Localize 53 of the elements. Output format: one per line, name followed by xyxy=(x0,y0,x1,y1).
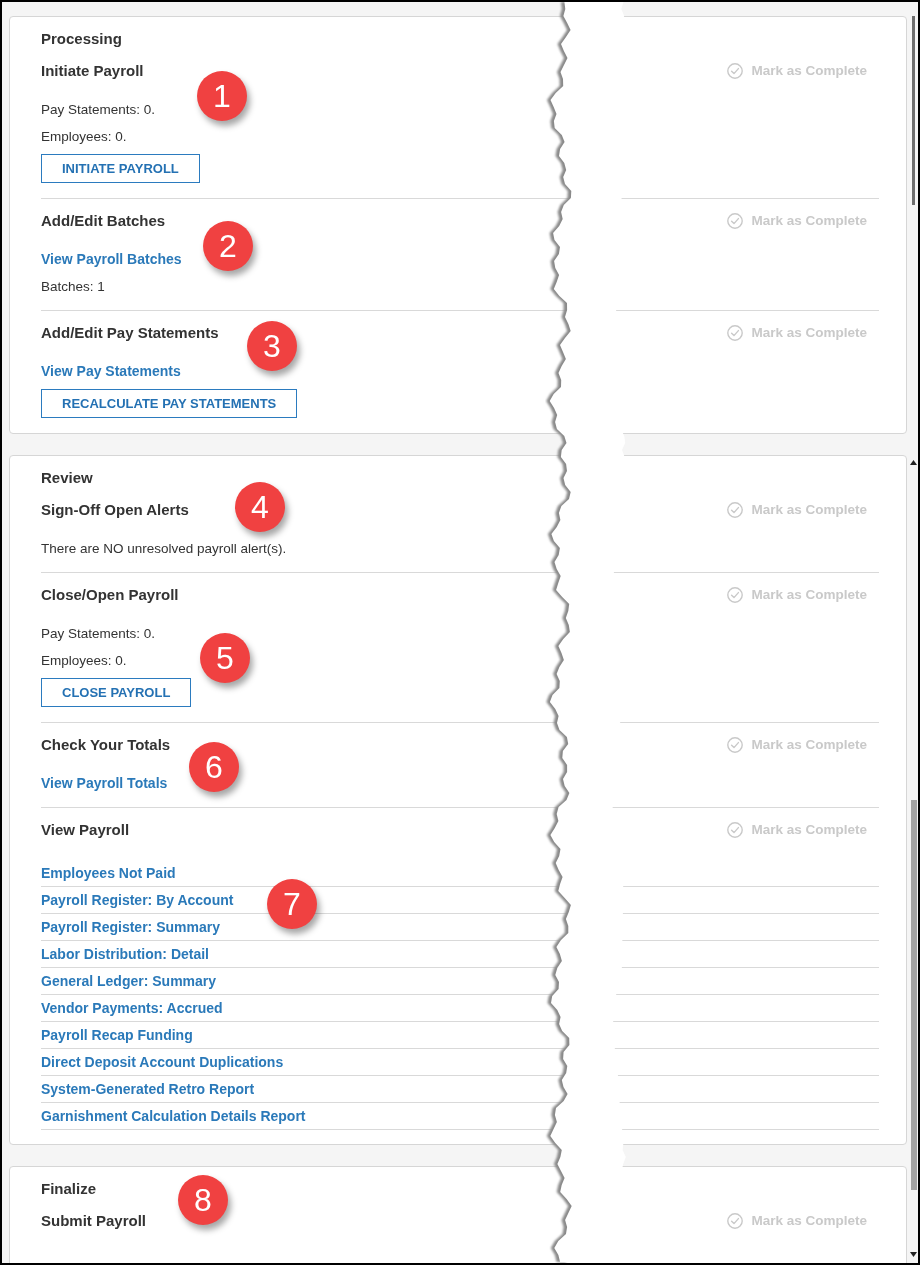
scroll-up-icon[interactable] xyxy=(910,460,917,465)
check-circle-icon xyxy=(727,822,744,838)
action-button[interactable]: INITIATE PAYROLL xyxy=(41,154,200,183)
scrollbar-thumb[interactable] xyxy=(912,16,915,205)
report-link[interactable]: Garnishment Calculation Details Report xyxy=(41,1106,306,1126)
task-link[interactable]: View Pay Statements xyxy=(41,358,181,385)
report-link[interactable]: General Ledger: Summary xyxy=(41,971,217,991)
scroll-down-icon[interactable] xyxy=(910,1252,917,1257)
check-circle-icon xyxy=(727,1213,744,1229)
task-title: Submit Payroll xyxy=(41,1211,147,1231)
section-title: Review xyxy=(41,468,93,488)
report-link[interactable]: System-Generated Retro Report xyxy=(41,1079,255,1099)
check-circle-icon xyxy=(727,63,744,79)
step-number-badge: 7 xyxy=(267,879,317,929)
section-title: Processing xyxy=(41,29,122,49)
task-title: Initiate Payroll xyxy=(41,61,144,81)
report-link[interactable]: Employees Not Paid xyxy=(41,863,176,883)
step-number-badge: 8 xyxy=(178,1175,228,1225)
status-text: Employees: 0. xyxy=(41,652,127,670)
step-number-badge: 3 xyxy=(247,321,297,371)
report-link[interactable]: Payroll Register: Summary xyxy=(41,917,220,937)
status-text: Pay Statements: 0. xyxy=(41,625,156,643)
check-circle-icon xyxy=(727,213,744,229)
check-circle-icon xyxy=(727,587,744,603)
report-link[interactable]: Payroll Recap Funding xyxy=(41,1025,193,1045)
action-button[interactable]: CLOSE PAYROLL xyxy=(41,678,192,707)
status-text: Employees: 0. xyxy=(41,128,127,146)
task-link[interactable]: View Payroll Batches xyxy=(41,246,182,273)
task-title: Check Your Totals xyxy=(41,735,171,755)
report-link[interactable]: Payroll Register: By Account xyxy=(41,890,234,910)
check-circle-icon xyxy=(727,737,744,753)
task-title: Close/Open Payroll xyxy=(41,585,179,605)
step-number-badge: 2 xyxy=(203,221,253,271)
report-link[interactable]: Vendor Payments: Accrued xyxy=(41,998,223,1018)
task-link[interactable]: View Payroll Totals xyxy=(41,770,168,797)
task-title: Sign-Off Open Alerts xyxy=(41,500,189,520)
task-title: View Payroll xyxy=(41,820,130,840)
status-text: There are NO unresolved payroll alert(s). xyxy=(41,540,287,558)
check-circle-icon xyxy=(727,502,744,518)
scrollbar-thumb[interactable] xyxy=(910,800,917,1190)
step-number-badge: 1 xyxy=(197,71,247,121)
status-text: Pay Statements: 0. xyxy=(41,101,156,119)
step-number-badge: 4 xyxy=(235,482,285,532)
report-link[interactable]: Direct Deposit Account Duplications xyxy=(41,1052,284,1072)
step-number-badge: 5 xyxy=(200,633,250,683)
task-title: Add/Edit Batches xyxy=(41,211,166,231)
step-number-badge: 6 xyxy=(189,742,239,792)
action-button[interactable]: RECALCULATE PAY STATEMENTS xyxy=(41,389,298,418)
status-text: Batches: 1 xyxy=(41,278,105,296)
check-circle-icon xyxy=(727,325,744,341)
section-title: Finalize xyxy=(41,1179,96,1199)
report-link[interactable]: Labor Distribution: Detail xyxy=(41,944,209,964)
task-title: Add/Edit Pay Statements xyxy=(41,323,219,343)
